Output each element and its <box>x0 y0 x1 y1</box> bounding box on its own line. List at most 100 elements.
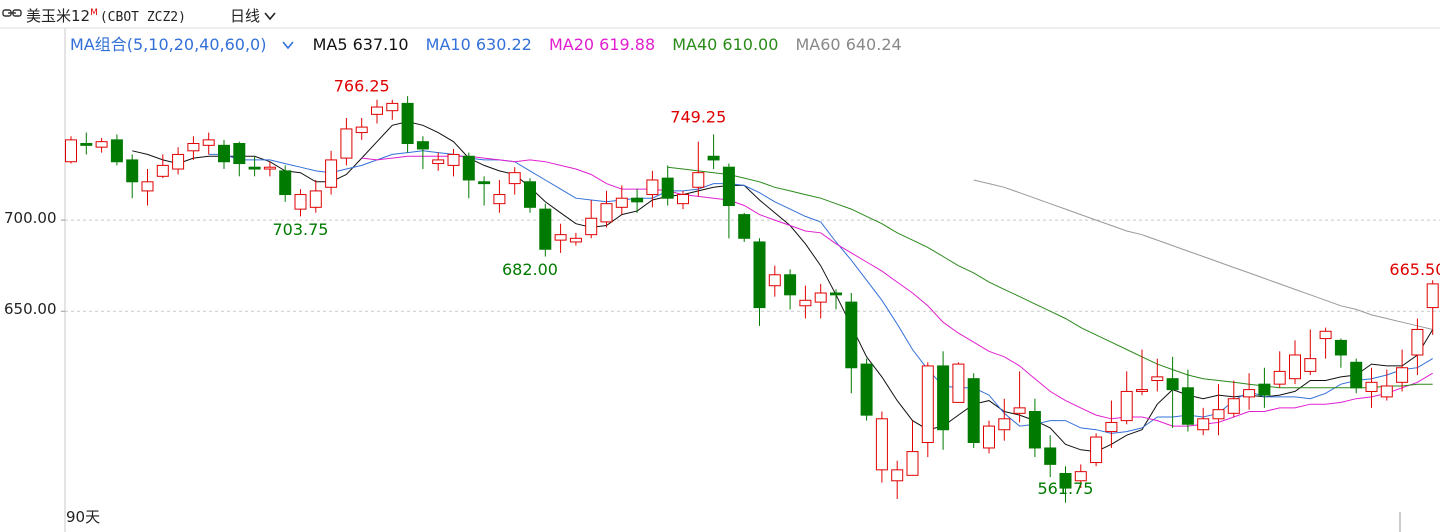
candle-body-up <box>799 299 812 307</box>
candle-body-up <box>646 179 659 196</box>
candle-body-up <box>309 190 322 208</box>
candles <box>65 96 1439 503</box>
candle-body-down <box>539 208 552 250</box>
candle-body-up <box>294 194 307 210</box>
candle-body-up <box>1136 389 1148 392</box>
candle-body-up <box>1426 283 1439 309</box>
candle-body-down <box>218 144 230 163</box>
candle-body-up <box>141 181 154 192</box>
candle-body-up <box>508 172 521 185</box>
candle-body-up <box>187 143 200 152</box>
candle-body-up <box>615 197 628 208</box>
candle-body-down <box>1258 383 1271 396</box>
candle-body-up <box>998 418 1011 431</box>
candle-body-up <box>1197 418 1210 431</box>
ma-line-ma40 <box>667 166 1433 389</box>
candle-body-down <box>110 139 123 163</box>
candle-body-down <box>524 181 536 208</box>
candle-body-down <box>860 363 873 416</box>
candle-body-down <box>753 241 766 309</box>
candle-body-down <box>967 378 980 443</box>
candle-body-up <box>202 139 215 146</box>
candle-body-up <box>1304 358 1317 372</box>
candle-body-up <box>906 451 919 476</box>
candle-body-up <box>875 418 888 471</box>
candle-body-down <box>845 301 858 369</box>
annotation-low: 682.00 <box>502 260 558 279</box>
candle-body-down <box>661 177 674 199</box>
candle-body-up <box>1105 421 1118 433</box>
candle-body-up <box>432 159 445 165</box>
candle-body-down <box>631 197 644 203</box>
candle-body-up <box>355 126 368 134</box>
candle-body-up <box>172 153 185 170</box>
axes <box>0 27 1440 532</box>
grid-lines <box>65 219 1440 312</box>
candle-body-up <box>692 172 705 188</box>
annotation-low: 703.75 <box>273 220 329 239</box>
y-tick-label: 650.00 <box>4 300 57 319</box>
candle-body-up <box>814 292 827 303</box>
candle-body-down <box>738 214 751 239</box>
candle-body-up <box>65 139 77 163</box>
candle-body-up <box>891 469 904 482</box>
candle-body-up <box>1380 385 1393 398</box>
candle-body-up <box>1227 398 1240 414</box>
candle-body-down <box>937 365 950 431</box>
candle-body-up <box>386 102 399 112</box>
candle-body-down <box>784 274 797 296</box>
candle-body-up <box>1411 328 1424 356</box>
candle-body-up <box>263 166 276 170</box>
candle-body-up <box>371 106 383 115</box>
ma-line-ma20 <box>361 155 1433 427</box>
candle-body-up <box>447 153 460 166</box>
candle-body-up <box>585 217 598 236</box>
candlestick-chart[interactable]: 766.25 749.25 703.75 682.00 561.75 665.50 <box>0 0 1440 532</box>
candle-body-up <box>325 159 338 188</box>
annotation-high: 749.25 <box>670 107 726 126</box>
candle-body-up <box>1273 370 1286 385</box>
candle-body-up <box>569 237 582 243</box>
candle-body-up <box>921 365 934 443</box>
y-tick-label: 700.00 <box>4 209 57 228</box>
candle-body-down <box>233 143 246 165</box>
candle-body-down <box>279 170 292 196</box>
candle-body-up <box>1090 436 1103 464</box>
candle-body-up <box>952 363 965 403</box>
candle-body-up <box>493 194 506 205</box>
candle-body-down <box>722 166 735 206</box>
candle-body-down <box>478 181 491 185</box>
candle-body-down <box>401 102 414 145</box>
candle-body-up <box>554 234 567 241</box>
candle-body-up <box>1212 409 1225 420</box>
visible-days-label: 90天 <box>66 508 101 526</box>
candle-body-down <box>1166 378 1179 391</box>
price-annotations: 766.25 749.25 703.75 682.00 561.75 665.50 <box>273 76 1440 498</box>
candle-body-up <box>1151 376 1164 382</box>
candle-body-down <box>1350 361 1363 389</box>
candle-body-up <box>768 274 781 287</box>
candle-body-up <box>1120 390 1133 422</box>
candle-body-down <box>416 141 429 150</box>
candle-body-up <box>1243 389 1256 398</box>
candle-body-down <box>707 155 720 161</box>
annotation-low: 561.75 <box>1038 479 1094 498</box>
candle-body-up <box>1013 407 1026 414</box>
candle-body-down <box>1028 411 1041 449</box>
candle-body-up <box>1365 381 1378 392</box>
candle-body-down <box>1334 339 1347 356</box>
candle-body-up <box>677 194 689 205</box>
annotation-high: 665.50 <box>1389 260 1440 279</box>
candle-body-down <box>126 159 139 183</box>
candle-body-down <box>80 143 93 146</box>
candle-body-down <box>462 155 475 181</box>
candle-body-up <box>600 203 613 223</box>
candle-body-up <box>95 141 108 148</box>
candle-body-up <box>1289 354 1301 380</box>
candle-body-up <box>983 425 995 449</box>
candle-body-up <box>1319 330 1332 340</box>
candle-body-down <box>1181 387 1194 425</box>
candle-body-down <box>1044 447 1057 465</box>
candle-body-up <box>156 164 169 177</box>
candle-body-down <box>830 292 842 296</box>
